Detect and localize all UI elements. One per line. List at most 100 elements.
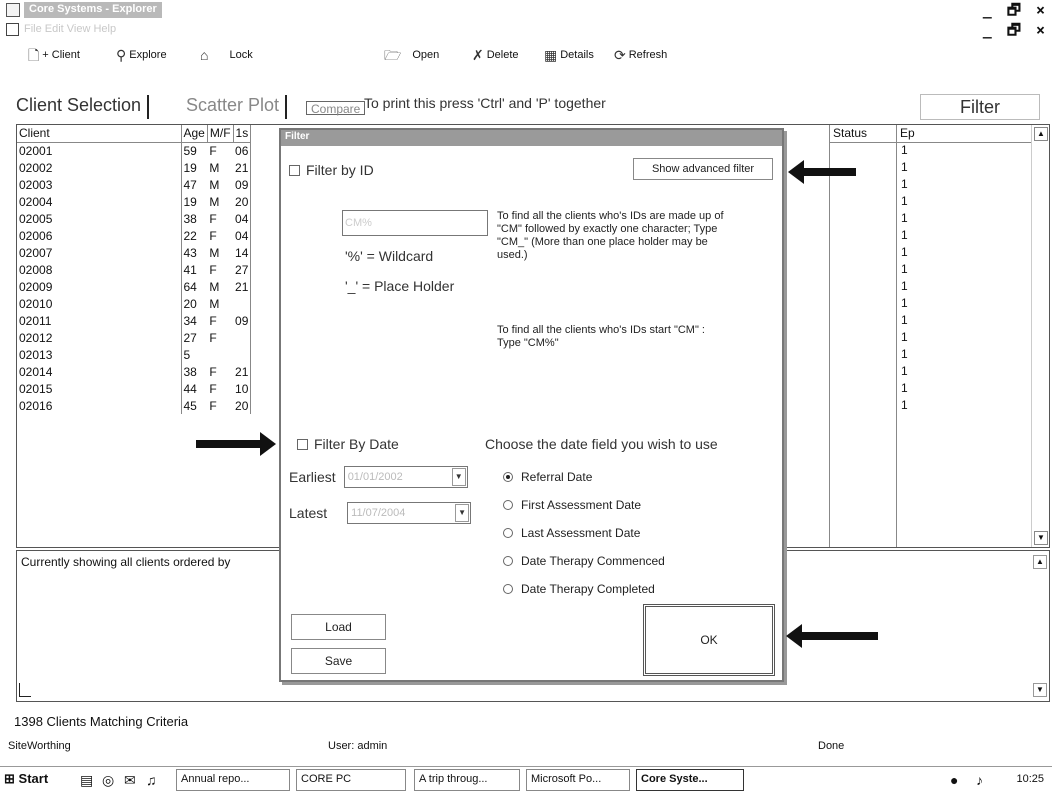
taskbar-item-annual-report[interactable]: Annual repo... — [176, 769, 290, 791]
load-button[interactable]: Load — [291, 614, 386, 640]
taskbar-item-trip[interactable]: A trip throug... — [414, 769, 520, 791]
annotation-arrow-right — [196, 432, 276, 456]
table-row[interactable]: 02010 20 M — [17, 295, 252, 312]
taskbar-item-powerpoint[interactable]: Microsoft Po... — [526, 769, 630, 791]
filter-by-date-checkbox[interactable]: Filter By Date — [297, 436, 399, 452]
quicklaunch-media-icon[interactable]: ♫ — [146, 772, 157, 788]
window-title: Core Systems - Explorer — [24, 2, 162, 18]
refresh-button[interactable]: ⟳ Refresh — [614, 48, 667, 62]
cell-age: 34 — [183, 313, 197, 328]
cell-ep: 1 — [901, 296, 908, 310]
cell-ep: 1 — [901, 211, 908, 225]
column-header-ep[interactable]: Ep — [897, 125, 1031, 143]
cell-date: 06 — [233, 142, 252, 159]
tray-network-icon[interactable]: ● — [950, 772, 958, 788]
column-header-age[interactable]: Age — [181, 125, 208, 143]
cell-gender: F — [209, 211, 217, 226]
refresh-icon: ⟳ — [614, 47, 626, 63]
radio-therapy-commenced[interactable]: Date Therapy Commenced — [503, 554, 665, 568]
cell-gender: F — [209, 143, 217, 158]
table-row[interactable]: 02014 38 F 21 — [17, 363, 252, 380]
quicklaunch-mail-icon[interactable]: ✉ — [124, 772, 136, 789]
table-row[interactable]: 02004 19 M 20 — [17, 193, 252, 210]
explore-button[interactable]: ⚲ Explore — [116, 48, 167, 62]
cell-gender: M — [209, 296, 220, 311]
matching-count: 1398 Clients Matching Criteria — [14, 714, 189, 729]
radio-icon — [503, 556, 513, 566]
new-document-icon: 🗋 — [28, 47, 40, 63]
menu-items[interactable]: File Edit View Help — [24, 23, 116, 35]
ok-button[interactable]: OK — [643, 604, 775, 676]
latest-date-picker[interactable]: 11/07/2004 ▼ — [347, 502, 472, 524]
table-row[interactable]: 02008 41 F 27 — [17, 261, 252, 278]
cell-date: 20 — [233, 193, 252, 210]
table-row[interactable]: 02011 34 F 09 — [17, 312, 252, 329]
client-id-input[interactable]: CM% — [342, 210, 488, 236]
taskbar-item-core-systems[interactable]: Core Syste... — [636, 769, 744, 791]
cell-ep: 1 — [901, 245, 908, 259]
chevron-down-icon[interactable]: ▼ — [451, 468, 466, 486]
table-row[interactable]: 02001 59 F 06 — [17, 142, 252, 159]
table-row[interactable]: 02006 22 F 04 — [17, 227, 252, 244]
cell-ep: 1 — [901, 313, 908, 327]
taskbar-item-core-pc[interactable]: CORE PC — [296, 769, 406, 791]
save-button[interactable]: Save — [291, 648, 386, 674]
quicklaunch-desktop-icon[interactable]: ▤ — [80, 772, 93, 789]
table-row[interactable]: 02009 64 M 21 — [17, 278, 252, 295]
tab-compare[interactable]: Compare — [306, 101, 366, 116]
cell-date: 27 — [233, 261, 252, 278]
start-button[interactable]: ⊞ Start — [4, 771, 48, 787]
cell-date: 21 — [233, 278, 252, 295]
table-row[interactable]: 02012 27 F — [17, 329, 252, 346]
scroll-down-icon[interactable]: ▼ — [1033, 683, 1047, 697]
quicklaunch-browser-icon[interactable]: ◎ — [102, 772, 114, 789]
column-header-date[interactable]: 1s — [233, 125, 252, 143]
open-button[interactable]: 🗁 Open — [384, 48, 439, 62]
radio-referral-date[interactable]: Referral Date — [503, 470, 592, 484]
table-row[interactable]: 02005 38 F 04 — [17, 210, 252, 227]
cell-client-id: 02009 — [17, 278, 182, 295]
status-site: SiteWorthing — [8, 740, 71, 752]
radio-therapy-completed[interactable]: Date Therapy Completed — [503, 582, 655, 596]
tray-volume-icon[interactable]: ♪ — [976, 772, 983, 788]
table-row[interactable]: 02015 44 F 10 — [17, 380, 252, 397]
cell-client-id: 02016 — [17, 397, 182, 414]
tab-scatter-plot[interactable]: Scatter Plot — [186, 95, 288, 119]
table-row[interactable]: 02016 45 F 20 — [17, 397, 252, 414]
scroll-up-icon[interactable]: ▲ — [1033, 555, 1047, 569]
column-header-gender[interactable]: M/F — [207, 125, 234, 143]
cell-gender: F — [209, 313, 217, 328]
child-window-controls[interactable]: _ 🗗 × — [983, 20, 1048, 45]
add-client-button[interactable]: 🗋 + Client — [28, 48, 80, 62]
cell-ep: 1 — [901, 347, 908, 361]
filter-by-id-checkbox[interactable]: Filter by ID — [289, 162, 374, 178]
table-row[interactable]: 02013 5 — [17, 346, 252, 363]
status-bar: SiteWorthing User: admin Done — [0, 738, 1052, 756]
client-table: Client Age M/F 1s 02001 59 F 06 02002 19 M 21 02… — [17, 125, 252, 414]
cell-gender — [207, 346, 233, 363]
grid-scrollbar[interactable]: ▲ ▼ — [1031, 125, 1049, 547]
lock-button[interactable]: ⌂ Lock — [200, 48, 253, 62]
tab-client-selection[interactable]: Client Selection — [16, 95, 150, 119]
earliest-date-picker[interactable]: 01/01/2002 ▼ — [343, 466, 468, 488]
delete-icon: ✗ — [472, 47, 484, 63]
column-header-status[interactable]: Status — [830, 125, 896, 143]
cell-client-id: 02010 — [17, 295, 182, 312]
details-button[interactable]: ▦ Details — [544, 48, 594, 62]
table-row[interactable]: 02007 43 M 14 — [17, 244, 252, 261]
table-row[interactable]: 02003 47 M 09 — [17, 176, 252, 193]
radio-last-assessment[interactable]: Last Assessment Date — [503, 526, 640, 540]
table-row[interactable]: 02002 19 M 21 — [17, 159, 252, 176]
chevron-down-icon[interactable]: ▼ — [455, 504, 470, 522]
filter-button[interactable]: Filter — [920, 94, 1040, 120]
delete-button[interactable]: ✗ Delete — [472, 48, 519, 62]
scroll-up-icon[interactable]: ▲ — [1034, 127, 1048, 141]
scroll-down-icon[interactable]: ▼ — [1034, 531, 1048, 545]
cell-date: 14 — [233, 244, 252, 261]
cell-ep: 1 — [901, 177, 908, 191]
open-folder-icon: 🗁 — [384, 47, 402, 63]
cell-date — [233, 329, 252, 346]
show-advanced-filter-button[interactable]: Show advanced filter — [633, 158, 773, 180]
column-header-client[interactable]: Client — [17, 125, 182, 143]
radio-first-assessment[interactable]: First Assessment Date — [503, 498, 641, 512]
